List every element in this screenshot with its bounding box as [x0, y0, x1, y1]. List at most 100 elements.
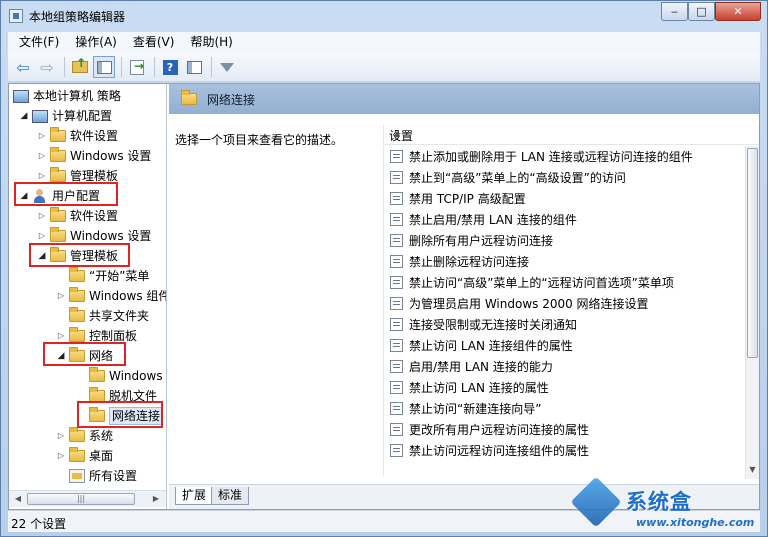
- scroll-down-icon[interactable]: ▼: [747, 465, 758, 477]
- filter-button[interactable]: [216, 56, 238, 78]
- policy-setting-icon: [390, 150, 403, 163]
- scroll-left-icon[interactable]: ◀: [11, 493, 25, 505]
- help-icon: ?: [162, 59, 178, 75]
- policy-setting-icon: [390, 360, 403, 373]
- tree-item-start-menu[interactable]: “开始”菜单: [55, 266, 149, 286]
- minimize-button[interactable]: ‒: [661, 2, 688, 21]
- tree-label: “开始”菜单: [89, 269, 150, 283]
- list-item[interactable]: 删除所有用户远程访问连接: [384, 230, 553, 251]
- tree-item-cc-software[interactable]: ▷ 软件设置: [36, 126, 118, 146]
- tree-label: 软件设置: [70, 209, 119, 223]
- expand-icon[interactable]: ▷: [36, 206, 48, 226]
- list-item[interactable]: 禁止访问“新建连接向导”: [384, 398, 541, 419]
- toolbar: ⇦ ⇨ ?: [8, 53, 760, 82]
- back-button[interactable]: ⇦: [12, 56, 34, 78]
- filter-icon: [220, 62, 234, 72]
- folder-icon: [69, 327, 85, 342]
- list-item[interactable]: 为管理员启用 Windows 2000 网络连接设置: [384, 293, 649, 314]
- tree-horizontal-scrollbar[interactable]: ◀ ||| ▶: [9, 490, 166, 507]
- policy-setting-icon: [390, 339, 403, 352]
- highlight-network: [43, 342, 126, 366]
- tree-item-net-windows[interactable]: Windows: [75, 366, 163, 386]
- show-hide-tree-button[interactable]: [93, 56, 115, 78]
- tree-item-windows-components[interactable]: ▷ Windows 组件: [55, 286, 166, 306]
- policy-setting-icon: [390, 297, 403, 310]
- scroll-right-icon[interactable]: ▶: [149, 493, 163, 505]
- list-item[interactable]: 禁止访问 LAN 连接组件的属性: [384, 335, 573, 356]
- expand-icon[interactable]: ▷: [36, 126, 48, 146]
- title-bar[interactable]: 本地组策略编辑器 ‒ □ ✕: [1, 1, 767, 31]
- tree-item-shared-folders[interactable]: 共享文件夹: [55, 306, 149, 326]
- tree-item-system[interactable]: ▷ 系统: [55, 426, 113, 446]
- settings-column-header[interactable]: 设置 ▲: [383, 125, 759, 145]
- expand-icon[interactable]: ▷: [55, 446, 67, 466]
- settings-vertical-scrollbar[interactable]: ▼: [745, 146, 759, 479]
- tab-standard[interactable]: 标准: [211, 487, 250, 505]
- list-item[interactable]: 禁止到“高级”菜单上的“高级设置”的访问: [384, 167, 626, 188]
- toolbar-separator: [64, 57, 65, 77]
- tree-item-root[interactable]: 本地计算机 策略: [11, 86, 121, 106]
- folder-icon: [50, 167, 66, 182]
- toolbar-separator: [121, 57, 122, 77]
- show-hide-tree-icon: [96, 60, 112, 74]
- maximize-button[interactable]: □: [688, 2, 715, 21]
- list-item[interactable]: 禁止访问远程访问连接组件的属性: [384, 440, 589, 461]
- list-item[interactable]: 禁止启用/禁用 LAN 连接的组件: [384, 209, 577, 230]
- policy-setting-icon: [390, 276, 403, 289]
- watermark-url: www.xitonghe.com: [636, 516, 755, 529]
- list-item[interactable]: 启用/禁用 LAN 连接的能力: [384, 356, 553, 377]
- tree-item-computer-config[interactable]: ◢ 计算机配置: [18, 106, 112, 126]
- policy-setting-icon: [390, 234, 403, 247]
- tree-item-uc-software[interactable]: ▷ 软件设置: [36, 206, 118, 226]
- tree-item-cc-windows[interactable]: ▷ Windows 设置: [36, 146, 151, 166]
- list-item[interactable]: 禁止添加或删除用于 LAN 连接或远程访问连接的组件: [384, 146, 693, 167]
- tab-extended[interactable]: 扩展: [175, 487, 214, 505]
- up-level-button[interactable]: [69, 56, 91, 78]
- list-item[interactable]: 禁止删除远程访问连接: [384, 251, 529, 272]
- list-item[interactable]: 连接受限制或无连接时关闭通知: [384, 314, 577, 335]
- up-folder-icon: [72, 56, 88, 73]
- watermark-brand: 系统盒: [626, 490, 692, 514]
- window-title: 本地组策略编辑器: [29, 10, 126, 24]
- expand-icon[interactable]: ▷: [55, 426, 67, 446]
- properties-button[interactable]: [183, 56, 205, 78]
- forward-button[interactable]: ⇨: [36, 56, 58, 78]
- client-area: 本地计算机 策略 ◢ 计算机配置 ▷ 软件设置 ▷ Windows 设置 ▷ 管…: [8, 83, 760, 510]
- details-title: 网络连接: [207, 92, 256, 107]
- folder-icon: [69, 267, 85, 282]
- folder-icon: [69, 447, 85, 462]
- list-item[interactable]: 更改所有用户远程访问连接的属性: [384, 419, 589, 440]
- policy-tree: 本地计算机 策略 ◢ 计算机配置 ▷ 软件设置 ▷ Windows 设置 ▷ 管…: [9, 84, 167, 509]
- policy-setting-icon: [390, 255, 403, 268]
- tree-label: 共享文件夹: [89, 309, 150, 323]
- folder-icon: [181, 90, 197, 105]
- help-button[interactable]: ?: [159, 56, 181, 78]
- computer-policy-icon: [13, 89, 29, 103]
- list-item[interactable]: 禁止访问“高级”菜单上的“远程访问首选项”菜单项: [384, 272, 674, 293]
- export-list-button[interactable]: [126, 56, 148, 78]
- policy-setting-icon: [390, 192, 403, 205]
- tree-label: 系统: [89, 429, 114, 443]
- menu-action[interactable]: 操作(A): [67, 32, 125, 53]
- policy-setting-icon: [390, 381, 403, 394]
- policy-setting-icon: [390, 444, 403, 457]
- folder-icon: [69, 307, 85, 322]
- close-button[interactable]: ✕: [715, 2, 761, 21]
- list-item[interactable]: 禁止访问 LAN 连接的属性: [384, 377, 549, 398]
- tree-item-desktop[interactable]: ▷ 桌面: [55, 446, 113, 466]
- scrollbar-thumb[interactable]: |||: [27, 493, 135, 505]
- menu-view[interactable]: 查看(V): [125, 32, 183, 53]
- highlight-user-config: [14, 182, 118, 206]
- expand-icon[interactable]: ▷: [36, 146, 48, 166]
- list-item[interactable]: 禁用 TCP/IP 高级配置: [384, 188, 526, 209]
- scrollbar-thumb[interactable]: [747, 148, 758, 358]
- expand-icon[interactable]: ▷: [55, 286, 67, 306]
- tree-label: 桌面: [89, 449, 114, 463]
- scroll-up-icon[interactable]: ▲: [389, 125, 405, 143]
- menu-file[interactable]: 文件(F): [8, 32, 67, 53]
- collapse-icon[interactable]: ◢: [18, 106, 30, 126]
- app-icon: [9, 9, 23, 23]
- menu-help[interactable]: 帮助(H): [182, 32, 240, 53]
- policy-setting-icon: [390, 171, 403, 184]
- tree-item-all-settings[interactable]: 所有设置: [55, 466, 137, 486]
